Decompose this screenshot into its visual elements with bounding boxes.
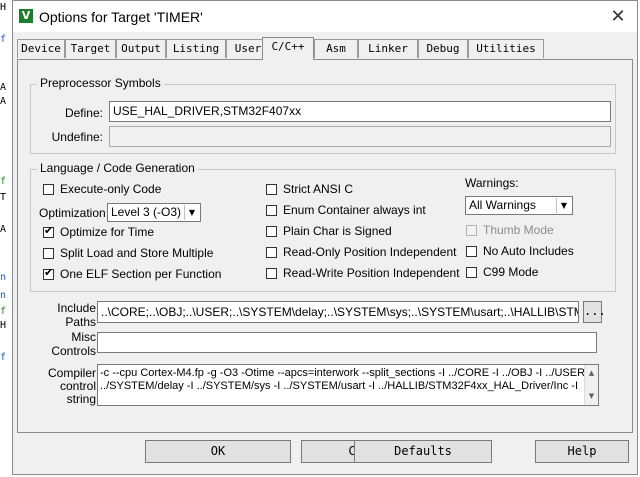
include-label-line1: Include [57, 301, 96, 315]
chevron-down-icon: ▼ [184, 205, 199, 220]
warnings-select[interactable]: All Warnings ▼ [465, 196, 573, 215]
misc-label-line1: Misc [71, 330, 96, 344]
define-field[interactable]: USE_HAL_DRIVER,STM32F407xx [109, 101, 611, 122]
optimization-value: Level 3 (-O3) [111, 205, 182, 219]
undefine-field[interactable] [109, 126, 611, 147]
no-auto-includes-checkbox[interactable] [466, 246, 477, 257]
dialog-title: Options for Target 'TIMER' [39, 9, 203, 25]
execute-only-label: Execute-only Code [60, 182, 162, 196]
enum-int-label: Enum Container always int [283, 203, 426, 217]
editor-line: f [0, 34, 7, 45]
editor-line: n [0, 290, 7, 301]
compiler-string-line: -c --cpu Cortex-M4.fp -g -O3 -Otime --ap… [100, 367, 595, 379]
strict-ansi-label: Strict ANSI C [283, 182, 354, 196]
options-dialog: V Options for Target 'TIMER' ✕ Device Ta… [12, 0, 638, 475]
warnings-value: All Warnings [469, 198, 536, 212]
editor-line: H [0, 320, 7, 331]
check-icon: ✔ [44, 224, 54, 237]
editor-line: f [0, 306, 7, 317]
compiler-label-line3: string [66, 392, 96, 406]
enum-int-checkbox[interactable] [266, 205, 277, 216]
optimize-time-checkbox[interactable]: ✔ [43, 224, 54, 238]
include-browse-button[interactable]: ... [583, 301, 606, 323]
vertical-scrollbar[interactable]: ▲ ▼ [584, 365, 598, 405]
language-legend: Language / Code Generation [37, 161, 198, 175]
ro-pos-checkbox[interactable] [266, 247, 277, 258]
ok-button[interactable]: OK [145, 440, 291, 463]
warnings-label: Warnings: [465, 176, 519, 190]
tab-asm[interactable]: Asm [314, 39, 358, 58]
thumb-mode-label: Thumb Mode [483, 223, 554, 237]
tab-linker[interactable]: Linker [358, 39, 418, 58]
misc-label-line2: Controls [51, 344, 96, 358]
c-cpp-panel: Preprocessor Symbols Define: USE_HAL_DRI… [17, 59, 633, 433]
tab-target[interactable]: Target [65, 39, 116, 58]
close-icon[interactable]: ✕ [607, 7, 629, 27]
tab-utilities[interactable]: Utilities [468, 39, 544, 58]
compiler-string-line: ../SYSTEM/delay -I ../SYSTEM/sys -I ../S… [100, 380, 579, 392]
split-load-checkbox[interactable] [43, 248, 54, 259]
misc-controls-field[interactable] [97, 332, 597, 353]
plain-char-checkbox[interactable] [266, 226, 277, 237]
scroll-down-icon[interactable]: ▼ [585, 390, 598, 403]
title-bar: V Options for Target 'TIMER' ✕ [13, 1, 637, 32]
undefine-label: Undefine: [51, 130, 103, 144]
rw-pos-checkbox[interactable] [266, 268, 277, 279]
one-elf-checkbox[interactable]: ✔ [43, 266, 54, 280]
no-auto-includes-label: No Auto Includes [483, 244, 574, 258]
execute-only-checkbox[interactable] [43, 184, 54, 195]
tab-device[interactable]: Device [17, 39, 65, 58]
editor-line: f [0, 352, 7, 363]
editor-line: A [0, 224, 7, 235]
editor-line: A [0, 96, 7, 107]
c99-mode-checkbox[interactable] [466, 267, 477, 278]
defaults-button[interactable]: Defaults [354, 440, 492, 463]
c99-mode-label: C99 Mode [483, 265, 539, 279]
compiler-label-line2: control [59, 379, 96, 393]
tab-listing[interactable]: Listing [166, 39, 226, 58]
compiler-label-line1: Compiler [47, 366, 96, 380]
tab-debug[interactable]: Debug [418, 39, 468, 58]
editor-line: A [0, 82, 7, 93]
include-paths-field[interactable]: ..\CORE;..\OBJ;..\USER;..\SYSTEM\delay;.… [97, 301, 579, 323]
editor-line: H [0, 2, 7, 13]
define-label: Define: [64, 106, 103, 120]
keil-app-icon: V [19, 9, 33, 23]
tab-c-cpp[interactable]: C/C++ [262, 37, 314, 60]
editor-line: T [0, 192, 7, 203]
tab-bar: Device Target Output Listing User C/C++ … [13, 37, 637, 61]
preprocessor-legend: Preprocessor Symbols [37, 76, 164, 90]
background-editor: H f A A f T A n n f H f [0, 0, 12, 477]
plain-char-label: Plain Char is Signed [283, 224, 392, 238]
strict-ansi-checkbox[interactable] [266, 184, 277, 195]
optimization-select[interactable]: Level 3 (-O3) ▼ [107, 203, 201, 222]
split-load-label: Split Load and Store Multiple [60, 246, 214, 260]
one-elf-label: One ELF Section per Function [60, 267, 222, 281]
help-button[interactable]: Help [535, 440, 629, 463]
tab-output[interactable]: Output [116, 39, 166, 58]
thumb-mode-checkbox[interactable] [466, 225, 477, 236]
check-icon: ✔ [44, 266, 54, 279]
compiler-control-string[interactable]: -c --cpu Cortex-M4.fp -g -O3 -Otime --ap… [97, 364, 599, 406]
optimize-time-label: Optimize for Time [60, 225, 155, 239]
editor-line: f [0, 176, 7, 187]
preprocessor-group: Preprocessor Symbols Define: USE_HAL_DRI… [30, 76, 616, 154]
scroll-up-icon[interactable]: ▲ [585, 367, 598, 380]
chevron-down-icon: ▼ [556, 198, 571, 213]
ro-pos-label: Read-Only Position Independent [283, 245, 457, 259]
include-label-line2: Paths [65, 315, 96, 329]
editor-line: n [0, 272, 7, 283]
language-group: Language / Code Generation Execute-only … [30, 161, 616, 292]
rw-pos-label: Read-Write Position Independent [283, 266, 460, 280]
optimization-label: Optimization: [39, 206, 110, 220]
